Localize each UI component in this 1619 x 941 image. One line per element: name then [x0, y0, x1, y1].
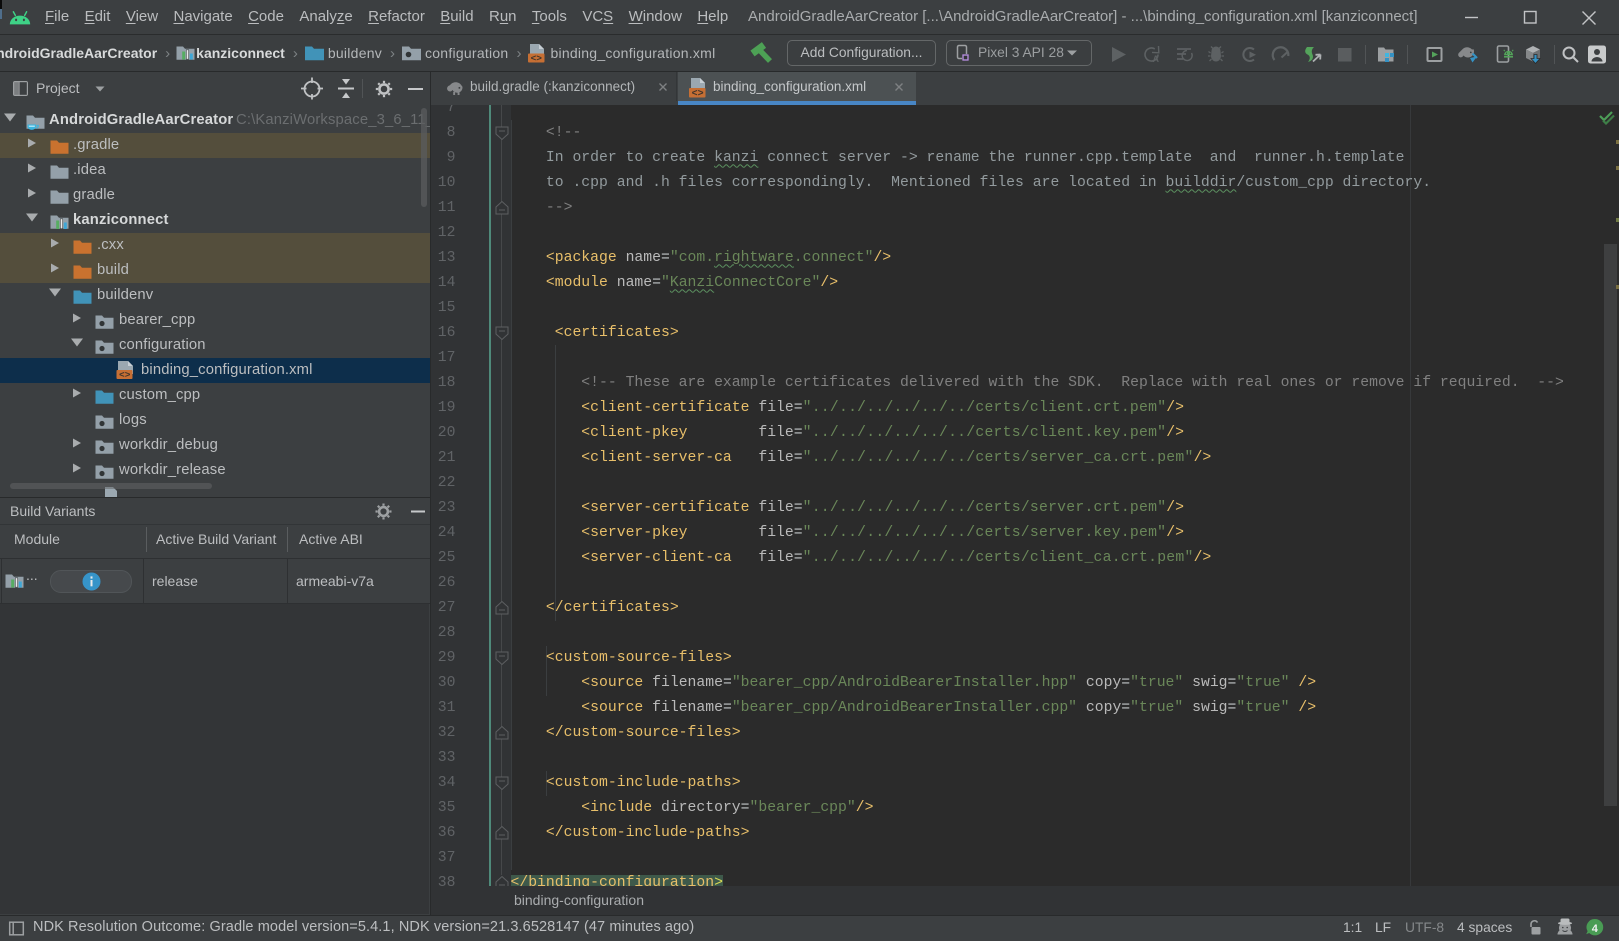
svg-text:4: 4: [1592, 923, 1599, 935]
svg-text:<>: <>: [531, 53, 543, 63]
svg-text:A: A: [1153, 54, 1160, 64]
svg-text:<>: <>: [119, 370, 131, 381]
svg-text:<>: <>: [692, 89, 704, 98]
